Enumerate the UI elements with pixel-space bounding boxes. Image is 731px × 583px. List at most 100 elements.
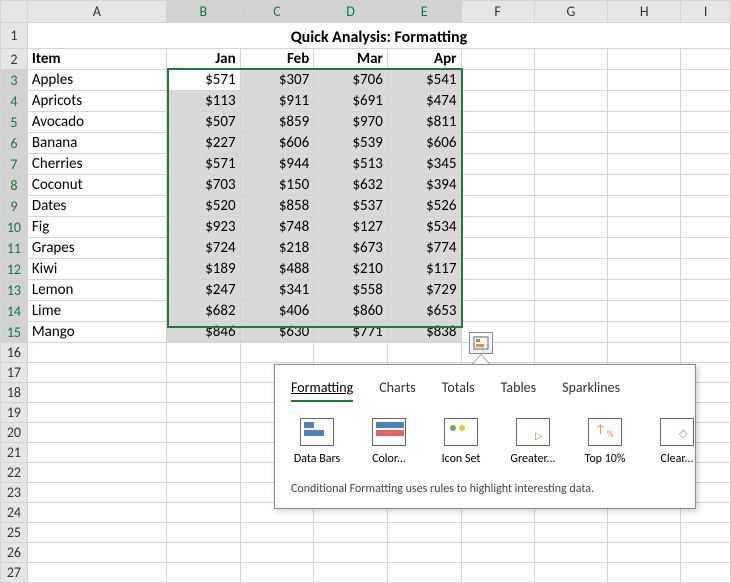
- data-cell[interactable]: $860: [314, 301, 388, 322]
- empty-cell[interactable]: [534, 196, 607, 217]
- data-cell[interactable]: $632: [314, 175, 388, 196]
- header-month-2[interactable]: Mar: [314, 49, 388, 70]
- row-header-26[interactable]: 26: [1, 543, 28, 563]
- empty-cell[interactable]: [167, 503, 241, 523]
- empty-cell[interactable]: [608, 280, 681, 301]
- row-header-19[interactable]: 19: [1, 403, 28, 423]
- empty-cell[interactable]: [681, 280, 731, 301]
- empty-cell[interactable]: [608, 196, 681, 217]
- empty-cell[interactable]: [608, 259, 681, 280]
- empty-cell[interactable]: [461, 91, 534, 112]
- data-cell[interactable]: $520: [167, 196, 241, 217]
- data-cell[interactable]: $526: [387, 196, 461, 217]
- item-name[interactable]: Apricots: [27, 91, 166, 112]
- data-cell[interactable]: $150: [240, 175, 314, 196]
- data-cell[interactable]: $406: [240, 301, 314, 322]
- header-month-3[interactable]: Apr: [387, 49, 461, 70]
- empty-cell[interactable]: [167, 403, 241, 423]
- row-header-27[interactable]: 27: [1, 563, 28, 583]
- option-top10[interactable]: Top 10%: [579, 418, 631, 466]
- row-header-3[interactable]: 3: [1, 70, 28, 91]
- empty-cell[interactable]: [167, 483, 241, 503]
- data-cell[interactable]: $944: [240, 154, 314, 175]
- empty-cell[interactable]: [681, 523, 731, 543]
- empty-cell[interactable]: [461, 280, 534, 301]
- empty-cell[interactable]: [167, 423, 241, 443]
- item-name[interactable]: Fig: [27, 217, 166, 238]
- data-cell[interactable]: $606: [387, 133, 461, 154]
- row-header-8[interactable]: 8: [1, 175, 28, 196]
- empty-cell[interactable]: [461, 563, 534, 583]
- empty-cell[interactable]: [461, 154, 534, 175]
- tab-formatting[interactable]: Formatting: [291, 379, 353, 402]
- empty-cell[interactable]: [27, 543, 166, 563]
- empty-cell[interactable]: [534, 49, 607, 70]
- row-header-17[interactable]: 17: [1, 363, 28, 383]
- data-cell[interactable]: $571: [167, 154, 241, 175]
- row-header-5[interactable]: 5: [1, 112, 28, 133]
- empty-cell[interactable]: [461, 70, 534, 91]
- data-cell[interactable]: $970: [314, 112, 388, 133]
- data-cell[interactable]: $117: [387, 259, 461, 280]
- select-all-corner[interactable]: [1, 1, 28, 23]
- empty-cell[interactable]: [608, 523, 681, 543]
- empty-cell[interactable]: [608, 133, 681, 154]
- data-cell[interactable]: $653: [387, 301, 461, 322]
- empty-cell[interactable]: [27, 363, 166, 383]
- empty-cell[interactable]: [681, 196, 731, 217]
- empty-cell[interactable]: [240, 563, 314, 583]
- row-header-2[interactable]: 2: [1, 49, 28, 70]
- tab-sparklines[interactable]: Sparklines: [562, 379, 620, 402]
- data-cell[interactable]: $630: [240, 322, 314, 343]
- empty-cell[interactable]: [167, 543, 241, 563]
- data-cell[interactable]: $488: [240, 259, 314, 280]
- row-header-18[interactable]: 18: [1, 383, 28, 403]
- empty-cell[interactable]: [608, 322, 681, 343]
- col-header-H[interactable]: H: [608, 1, 681, 23]
- empty-cell[interactable]: [314, 563, 388, 583]
- empty-cell[interactable]: [608, 217, 681, 238]
- empty-cell[interactable]: [608, 70, 681, 91]
- header-item[interactable]: Item: [27, 49, 166, 70]
- data-cell[interactable]: $706: [314, 70, 388, 91]
- empty-cell[interactable]: [534, 238, 607, 259]
- empty-cell[interactable]: [608, 238, 681, 259]
- data-cell[interactable]: $507: [167, 112, 241, 133]
- empty-cell[interactable]: [240, 523, 314, 543]
- data-cell[interactable]: $771: [314, 322, 388, 343]
- row-header-9[interactable]: 9: [1, 196, 28, 217]
- empty-cell[interactable]: [681, 238, 731, 259]
- data-cell[interactable]: $210: [314, 259, 388, 280]
- row-header-22[interactable]: 22: [1, 463, 28, 483]
- empty-cell[interactable]: [27, 503, 166, 523]
- empty-cell[interactable]: [608, 112, 681, 133]
- row-header-11[interactable]: 11: [1, 238, 28, 259]
- option-colorscale[interactable]: Color...: [363, 418, 415, 466]
- empty-cell[interactable]: [608, 301, 681, 322]
- empty-cell[interactable]: [27, 563, 166, 583]
- item-name[interactable]: Dates: [27, 196, 166, 217]
- data-cell[interactable]: $748: [240, 217, 314, 238]
- empty-cell[interactable]: [681, 301, 731, 322]
- empty-cell[interactable]: [534, 217, 607, 238]
- option-iconset[interactable]: Icon Set: [435, 418, 487, 466]
- data-cell[interactable]: $341: [240, 280, 314, 301]
- empty-cell[interactable]: [681, 70, 731, 91]
- tab-charts[interactable]: Charts: [379, 379, 416, 402]
- data-cell[interactable]: $247: [167, 280, 241, 301]
- data-cell[interactable]: $606: [240, 133, 314, 154]
- data-cell[interactable]: $113: [167, 91, 241, 112]
- data-cell[interactable]: $703: [167, 175, 241, 196]
- data-cell[interactable]: $558: [314, 280, 388, 301]
- empty-cell[interactable]: [461, 49, 534, 70]
- empty-cell[interactable]: [681, 343, 731, 363]
- data-cell[interactable]: $858: [240, 196, 314, 217]
- empty-cell[interactable]: [167, 363, 241, 383]
- empty-cell[interactable]: [608, 343, 681, 363]
- data-cell[interactable]: $127: [314, 217, 388, 238]
- data-cell[interactable]: $859: [240, 112, 314, 133]
- empty-cell[interactable]: [461, 196, 534, 217]
- empty-cell[interactable]: [534, 543, 607, 563]
- empty-cell[interactable]: [167, 523, 241, 543]
- data-cell[interactable]: $539: [314, 133, 388, 154]
